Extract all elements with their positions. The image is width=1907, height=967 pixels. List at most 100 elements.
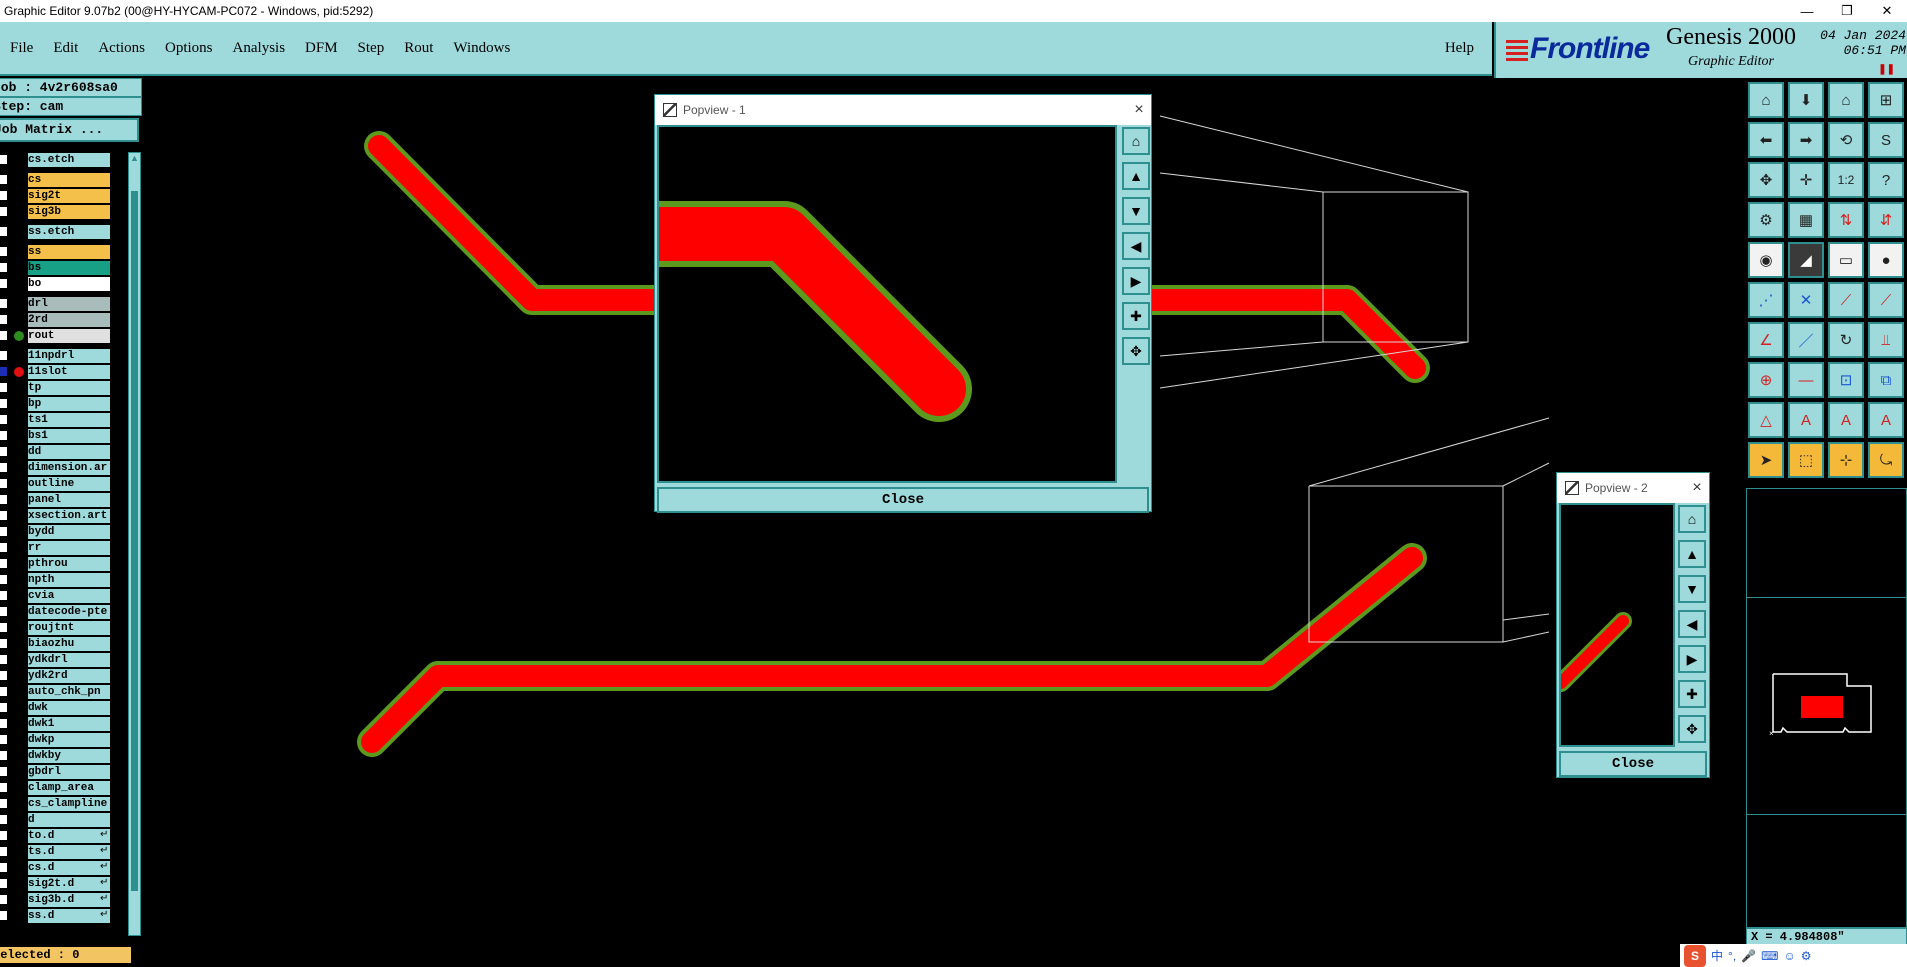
layer-row[interactable]: ts.d ↵ [0,844,128,860]
layer-checkbox[interactable] [0,494,8,505]
menu-step[interactable]: Step [348,40,395,57]
layer-checkbox[interactable] [0,814,8,825]
pan-right-icon[interactable]: ➡ [1788,122,1824,158]
layer-checkbox[interactable] [0,542,8,553]
layer-name[interactable]: ts.d [28,845,110,859]
layer-checkbox[interactable] [0,446,8,457]
layer-name[interactable]: 11slot [28,365,110,379]
popview-pan-down-icon[interactable]: ▼ [1678,575,1706,603]
layer-checkbox[interactable] [0,670,8,681]
layer-checkbox[interactable] [0,558,8,569]
pad-icon[interactable]: ◉ [1748,242,1784,278]
layer-row[interactable]: ss [0,244,128,260]
menu-rout[interactable]: Rout [394,40,443,57]
layer-name[interactable]: cvia [28,589,110,603]
popview-pan-up-icon[interactable]: ▲ [1678,540,1706,568]
node-arc-icon[interactable]: ⟋ [1868,282,1904,318]
layer-checkbox[interactable] [0,262,8,273]
layer-name[interactable]: xsection.art [28,509,110,523]
popview-pan-right-icon[interactable]: ▶ [1122,267,1150,295]
layer-checkbox[interactable] [0,862,8,873]
layer-name[interactable]: ydkdrl [28,653,110,667]
scroll-thumb[interactable] [131,191,138,891]
layer-scrollbar[interactable]: ▲ [128,152,141,936]
layer-row[interactable]: bydd [0,524,128,540]
layer-row[interactable]: sig2t [0,188,128,204]
ime-lang-indicator[interactable]: 中 [1711,947,1723,964]
popview-zoom-home-icon[interactable]: ⌂ [1678,505,1706,533]
layer-name[interactable]: bydd [28,525,110,539]
skin-icon[interactable]: ☺ [1783,949,1795,963]
ime-icon[interactable]: S [1684,944,1706,967]
layer-name[interactable]: ydk2rd [28,669,110,683]
layer-row[interactable]: sig3b [0,204,128,220]
layer-checkbox[interactable] [0,766,8,777]
layer-checkbox[interactable] [0,702,8,713]
node-line-icon[interactable]: ⟋ [1828,282,1864,318]
menu-edit[interactable]: Edit [43,40,88,57]
layer-row[interactable]: 2rd [0,312,128,328]
layer-name[interactable]: outline [28,477,110,491]
layer-row[interactable]: bp [0,396,128,412]
layer-row[interactable]: datecode-pte [0,604,128,620]
layer-row[interactable]: roujtnt [0,620,128,636]
layer-name[interactable]: gbdrl [28,765,110,779]
close-button[interactable]: ✕ [1867,3,1907,19]
layer-row[interactable]: xsection.art [0,508,128,524]
layer-checkbox[interactable] [0,846,8,857]
layer-checkbox[interactable] [0,782,8,793]
popview-pan-right-icon[interactable]: ▶ [1678,645,1706,673]
layer-checkbox[interactable] [0,462,8,473]
line-angle-icon[interactable]: ∠ [1748,322,1784,358]
add-pad-icon[interactable]: ⊕ [1748,362,1784,398]
help-icon[interactable]: ? [1868,162,1904,198]
layer-name[interactable]: sig2t [28,189,110,203]
layer-row[interactable]: rr [0,540,128,556]
layer-name[interactable]: bp [28,397,110,411]
split-view-icon[interactable]: ⊞ [1868,82,1904,118]
dot-icon[interactable]: ● [1868,242,1904,278]
layer-name[interactable]: dwk1 [28,717,110,731]
popview-1-view[interactable] [626,125,1117,483]
layer-checkbox[interactable] [0,246,8,257]
layer-name[interactable]: dd [28,445,110,459]
layer-checkbox[interactable] [0,314,8,325]
layer-row[interactable]: sig2t.d ↵ [0,876,128,892]
layer-checkbox[interactable] [0,430,8,441]
connect-icon[interactable]: ⋰ [1748,282,1784,318]
layer-name[interactable]: roujtnt [28,621,110,635]
layer-name[interactable]: to.d [28,829,110,843]
menu-file[interactable]: File [0,40,43,57]
menu-help[interactable]: Help [1435,40,1484,57]
layer-row[interactable]: clamp_area [0,780,128,796]
arc-icon[interactable]: ↻ [1828,322,1864,358]
layer-name[interactable]: bo [28,277,110,291]
popview-zoom-out-icon[interactable]: ✥ [1678,715,1706,743]
layer-row[interactable]: dwkby [0,748,128,764]
layer-row[interactable]: rout [0,328,128,344]
layer-checkbox[interactable] [0,606,8,617]
layer-checkbox[interactable] [0,206,8,217]
settings-icon[interactable]: ⚙ [1801,949,1812,963]
dimension-icon[interactable]: ⊡ [1828,362,1864,398]
layer-checkbox[interactable] [0,638,8,649]
popview-1-close-button[interactable]: Close [657,487,1149,513]
menu-dfm[interactable]: DFM [295,40,348,57]
measure-icon[interactable]: ⚙ [1748,202,1784,238]
minimize-button[interactable]: — [1787,4,1827,19]
layer-name[interactable]: bs [28,261,110,275]
layer-checkbox[interactable] [0,750,8,761]
popview-zoom-in-icon[interactable]: ✚ [1122,302,1150,330]
layer-name[interactable]: drl [28,297,110,311]
pan-left-icon[interactable]: ⬅ [1748,122,1784,158]
layer-row[interactable]: biaozhu [0,636,128,652]
layer-checkbox[interactable] [0,298,8,309]
zoom-home-icon[interactable]: ⌂ [1748,82,1784,118]
select-box-icon[interactable]: ⬚ [1788,442,1824,478]
layer-name[interactable]: dwk [28,701,110,715]
popview-pan-left-icon[interactable]: ◀ [1678,610,1706,638]
text-a-box-icon[interactable]: A [1828,402,1864,438]
layer-row[interactable]: cvia [0,588,128,604]
layer-checkbox[interactable] [0,526,8,537]
layer-row[interactable]: d [0,812,128,828]
